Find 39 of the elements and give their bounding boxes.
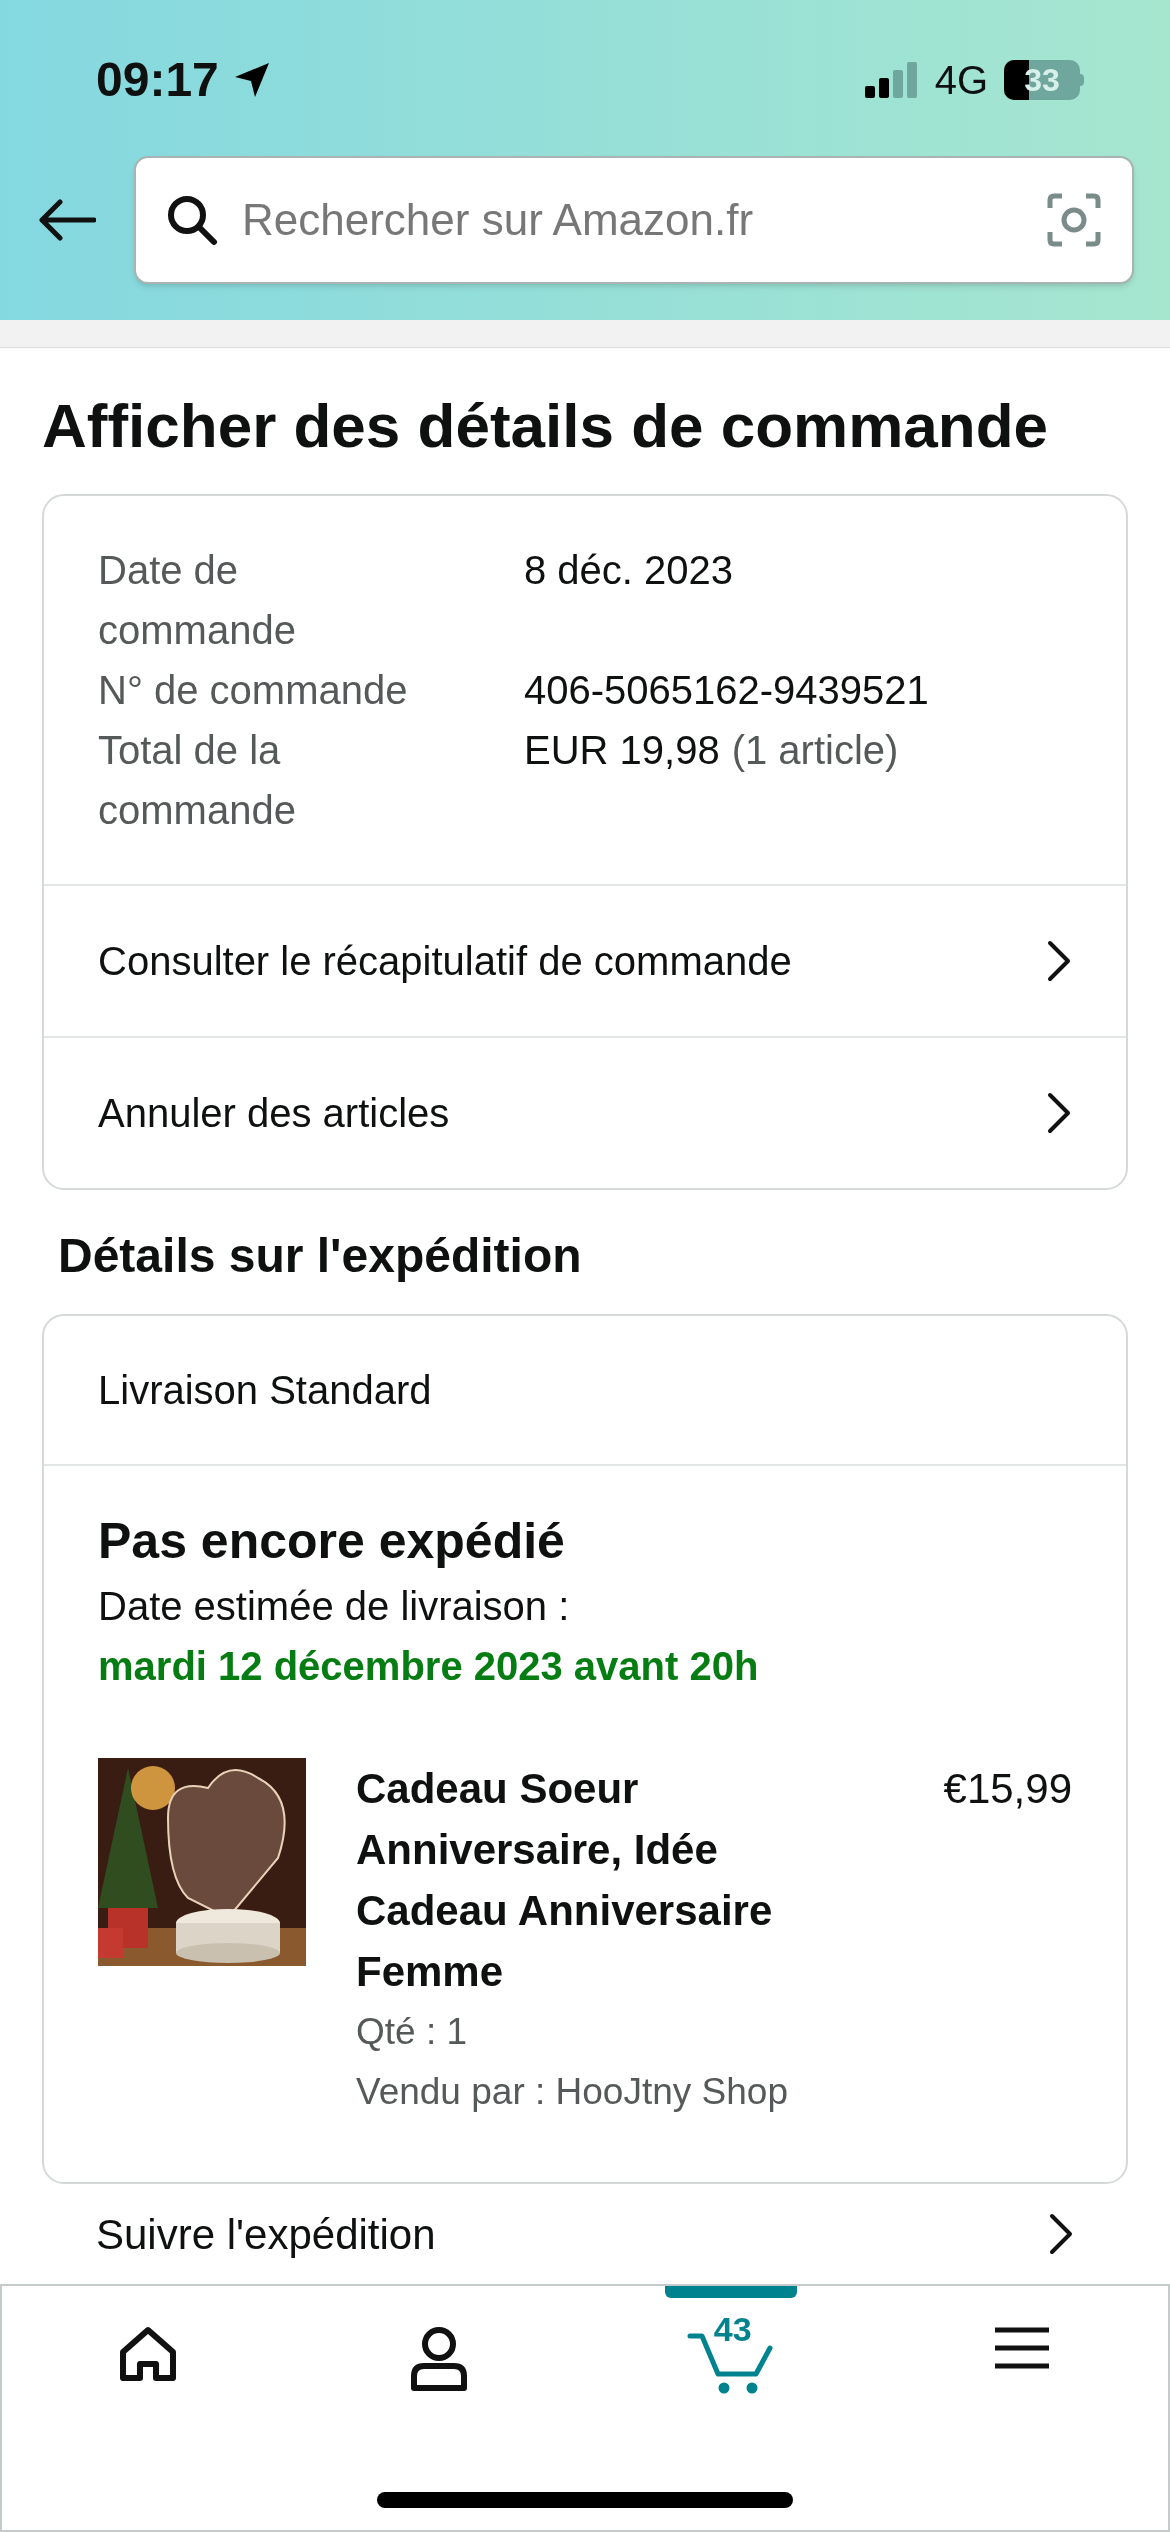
seller-name: Vendu par : HooJtny Shop [356,2070,789,2114]
product-quantity: Qté : 1 [356,2010,469,2054]
person-icon [410,2326,469,2392]
chevron-right-icon [1046,1091,1072,1135]
info-value: 8 déc. 2023 [524,547,734,594]
estimate-date: mardi 12 décembre 2023 avant 20h [98,1643,760,1690]
info-label: Total de la commande [98,727,297,834]
item-count: (1 article) [731,727,899,774]
track-shipment-row[interactable]: Suivre l'expédition [42,2192,1128,2276]
product-price: €15,99 [943,1764,1072,1814]
search-input[interactable]: Rechercher sur Amazon.fr [242,187,1022,253]
back-arrow-icon [38,198,96,242]
section-title: Détails sur l'expédition [57,1228,583,1284]
order-link-row[interactable]: Consulter le récapitulatif de commande [44,884,1126,1036]
home-icon [117,2326,178,2382]
delivery-method: Livraison Standard [98,1367,432,1414]
estimate-label: Date estimée de livraison : [98,1583,571,1630]
chevron-right-icon [1048,2212,1074,2256]
menu-icon [993,2326,1052,2370]
info-label: N° de commande [98,667,409,714]
camera-scan-icon [1046,192,1102,248]
order-link-label: Annuler des articles [98,1090,450,1137]
order-link-label: Consulter le récapitulatif de commande [98,938,792,985]
page-title: Afficher des détails de commande [42,390,1050,462]
info-value: EUR 19,98 [524,727,720,774]
info-value: 406-5065162-9439521 [524,667,929,714]
track-shipment-label: Suivre l'expédition [96,2209,436,2260]
search-icon [166,194,218,246]
chevron-right-icon [1046,939,1072,983]
clock: 09:17 [96,52,219,108]
search-field[interactable]: Rechercher sur Amazon.fr [134,156,1134,284]
info-label: Date de commande [98,547,297,654]
cart-count: 43 [713,2312,752,2346]
network-label: 4G [934,57,988,104]
order-link-row[interactable]: Annuler des articles [44,1036,1126,1188]
product-title[interactable]: Cadeau Soeur Anniversaire, Idée Cadeau Anniversaire Femme [356,1758,826,2002]
shipment-status: Pas encore expédié [98,1512,566,1571]
nav-tab[interactable]: 43 [585,2286,877,2530]
signal-icon [864,62,919,98]
